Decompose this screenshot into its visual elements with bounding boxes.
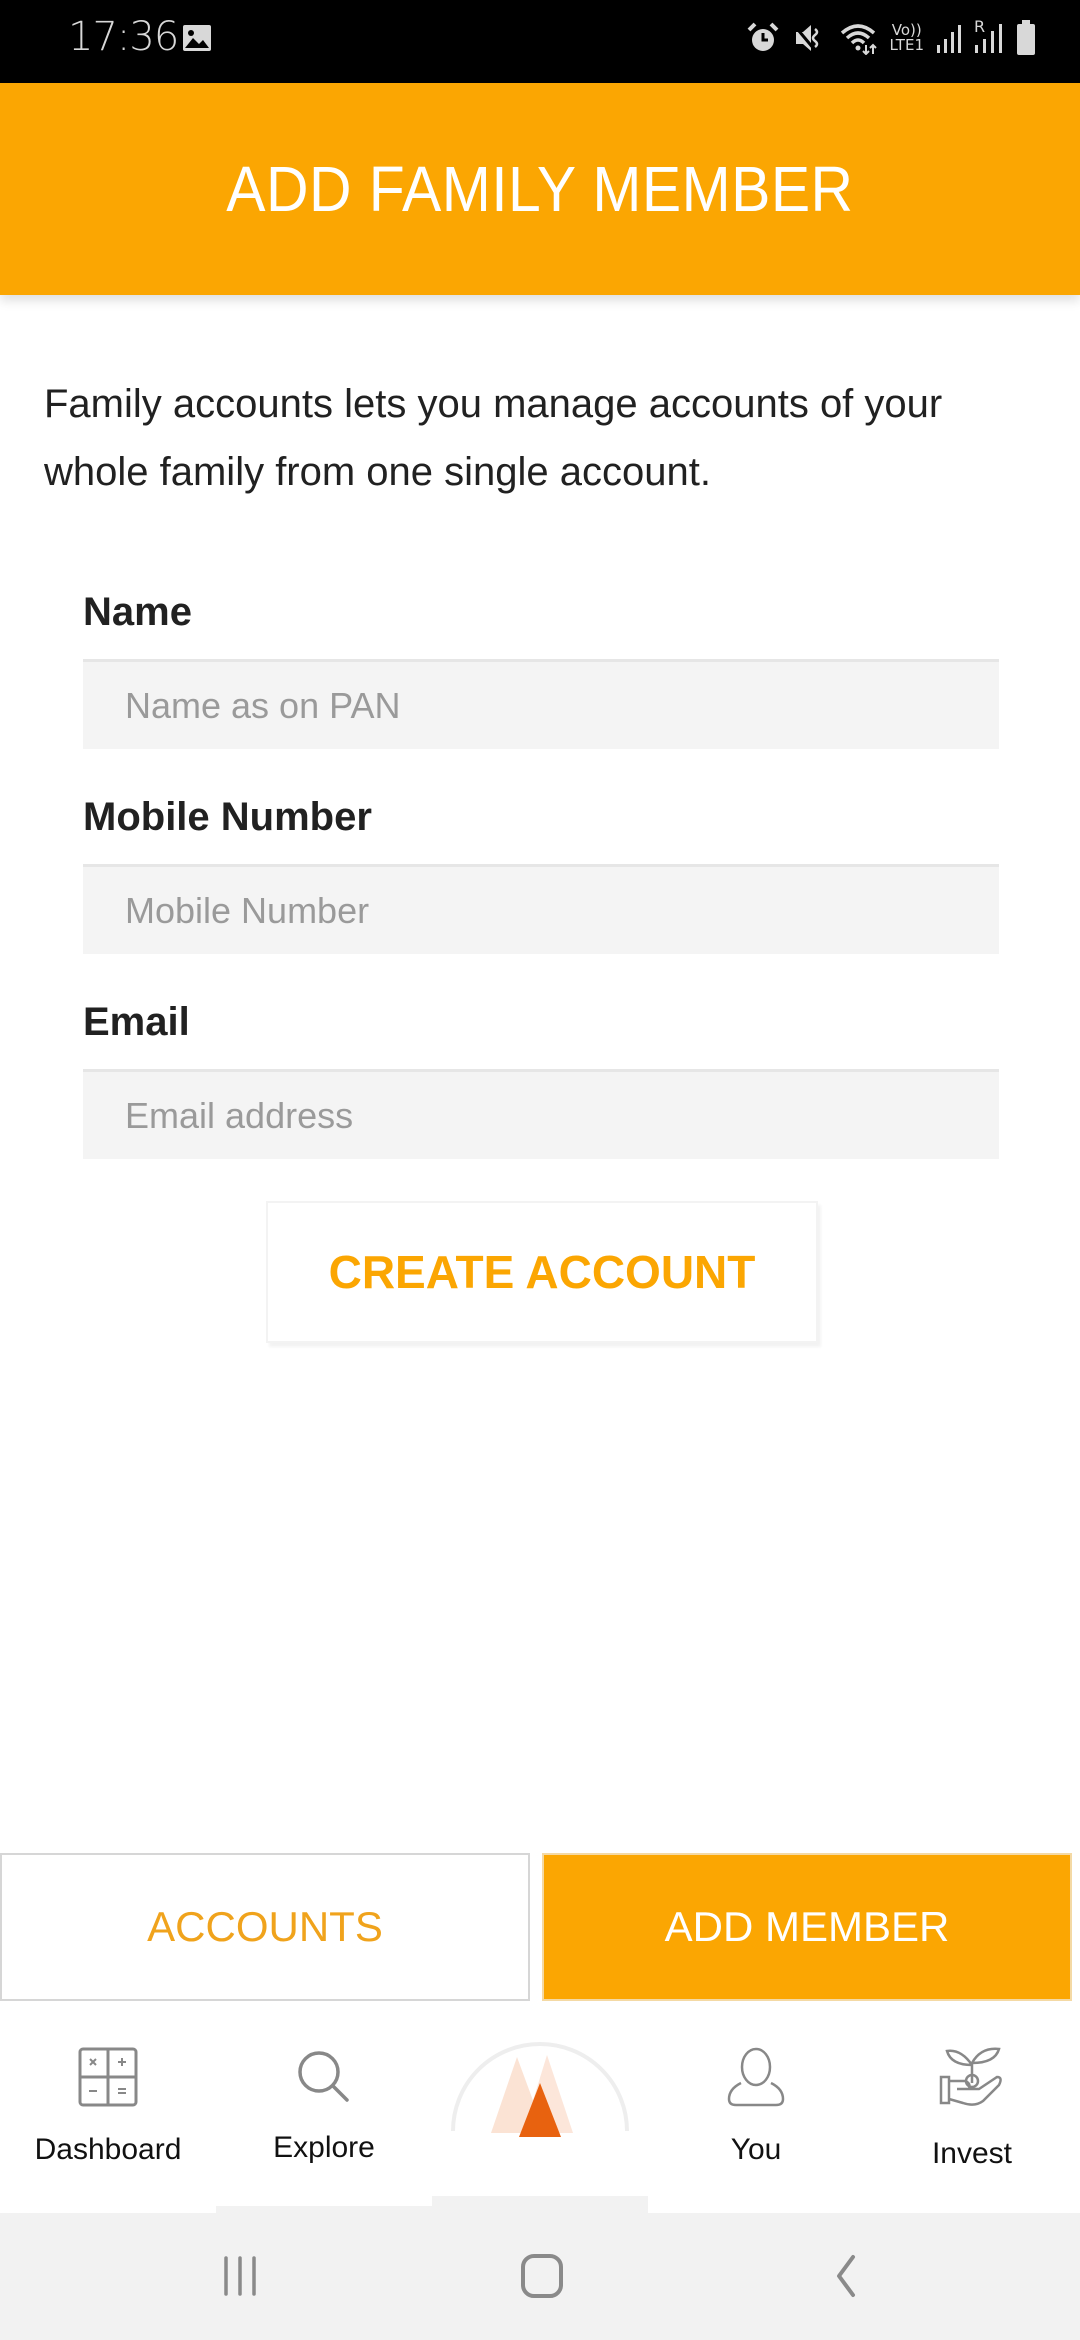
wifi-icon	[840, 24, 877, 55]
signal-sim1-icon	[937, 25, 961, 53]
plant-hand-icon	[939, 2047, 1002, 2106]
nav-label-dashboard: Dashboard	[34, 2133, 182, 2166]
create-account-button[interactable]: CREATE ACCOUNT	[266, 1201, 818, 1343]
name-label: Name	[83, 590, 192, 634]
status-icons: Vo)) LTE1 R	[746, 18, 1036, 58]
bottom-navigation: Dashboard Explore You Invest	[0, 2003, 1080, 2213]
status-time: 17:36	[68, 14, 179, 60]
mobile-number-label: Mobile Number	[83, 795, 372, 839]
alarm-icon	[747, 22, 778, 51]
back-button[interactable]	[804, 2243, 884, 2309]
status-bar: 17:36 Vo)) LTE1 R	[0, 0, 1080, 83]
user-icon	[727, 2047, 785, 2107]
nav-item-home-logo[interactable]	[432, 2003, 648, 2213]
battery-icon	[1017, 20, 1035, 55]
recent-apps-icon	[224, 2256, 256, 2296]
nav-label-you: You	[730, 2133, 782, 2166]
nav-active-indicator	[432, 2196, 648, 2214]
back-icon	[837, 2255, 855, 2297]
description-text: Family accounts lets you manage accounts…	[44, 382, 943, 494]
nav-label-invest: Invest	[931, 2137, 1013, 2170]
mute-icon	[792, 24, 818, 51]
tab-accounts[interactable]: ACCOUNTS	[0, 1853, 530, 2001]
system-navigation-bar	[0, 2213, 1080, 2340]
nav-item-you[interactable]: You	[648, 2003, 864, 2213]
app-header: ADD FAMILY MEMBER	[0, 83, 1080, 295]
mobile-number-input[interactable]	[83, 864, 999, 954]
nav-item-explore[interactable]: Explore	[216, 2003, 432, 2213]
calculator-icon	[78, 2047, 138, 2107]
page-title: ADD FAMILY MEMBER	[226, 153, 854, 225]
signal-roaming-icon: R	[974, 19, 1004, 55]
nav-item-invest[interactable]: Invest	[864, 2003, 1080, 2213]
email-input[interactable]	[83, 1069, 999, 1159]
recent-apps-button[interactable]	[200, 2243, 280, 2309]
name-input[interactable]	[83, 659, 999, 749]
nav-label-explore: Explore	[273, 2131, 375, 2164]
home-button[interactable]	[502, 2243, 582, 2309]
tab-add-member[interactable]: ADD MEMBER	[542, 1853, 1072, 2001]
nav-item-dashboard[interactable]: Dashboard	[0, 2003, 216, 2213]
home-logo-icon	[451, 2042, 629, 2137]
email-label: Email	[83, 1000, 190, 1044]
volte-lte-icon: Vo)) LTE1	[889, 21, 924, 54]
home-icon	[521, 2254, 563, 2298]
gallery-icon	[183, 25, 211, 51]
search-icon	[298, 2051, 349, 2102]
